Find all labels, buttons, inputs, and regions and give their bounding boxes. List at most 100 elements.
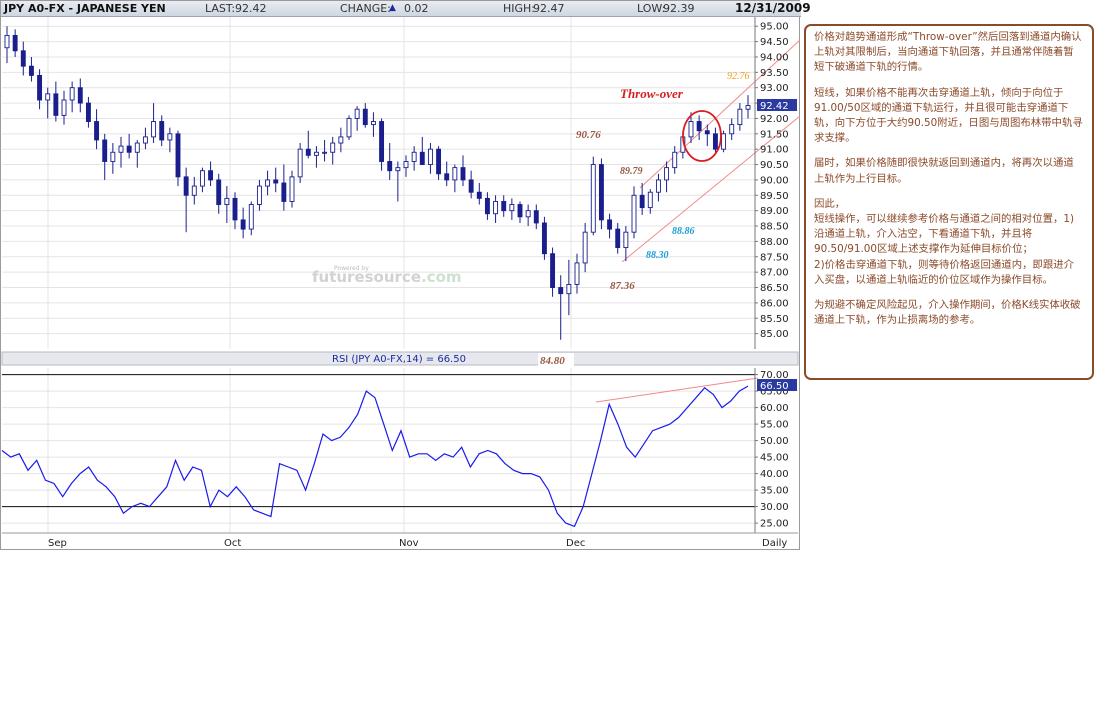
candle-body <box>745 105 751 110</box>
rsi-tick-label: 55.00 <box>760 420 789 431</box>
candle-body <box>379 121 385 162</box>
candle-body <box>468 179 474 193</box>
svg-text:92.42: 92.42 <box>760 101 789 112</box>
candle-body <box>582 231 588 264</box>
candle <box>12 29 18 57</box>
candle <box>704 124 710 147</box>
candle <box>85 96 91 128</box>
candle <box>379 118 385 171</box>
rsi-last-tag: 66.50 <box>757 379 797 392</box>
candle <box>224 186 230 223</box>
candle-body <box>28 65 34 76</box>
price-tick-label: 89.00 <box>760 206 789 217</box>
candle-body <box>558 287 564 295</box>
rsi-tick-label: 40.00 <box>760 469 789 480</box>
candle-body <box>615 228 621 249</box>
time-tick-label: Daily <box>762 538 787 549</box>
candle <box>436 146 442 180</box>
price-tick-label: 87.50 <box>760 252 789 263</box>
candle <box>330 136 336 165</box>
candle <box>672 146 678 174</box>
candle-body <box>248 204 254 230</box>
candle-body <box>37 74 43 101</box>
candle <box>289 170 295 208</box>
candle <box>566 259 572 316</box>
rsi-tick-label: 30.00 <box>760 502 789 513</box>
candle-body <box>607 219 613 230</box>
candle <box>134 139 140 168</box>
candle-body <box>77 87 83 104</box>
candle-body <box>696 121 702 132</box>
candle-body <box>533 210 539 224</box>
candle <box>411 146 417 171</box>
candle <box>598 158 604 230</box>
candle <box>427 143 433 174</box>
candle <box>655 173 661 202</box>
candle-body <box>338 136 344 144</box>
candle-body <box>354 108 360 119</box>
candle-body <box>501 200 507 212</box>
candle <box>77 78 83 113</box>
candle-body <box>427 148 433 166</box>
candle <box>729 118 735 140</box>
candle <box>118 136 124 168</box>
candle <box>444 161 450 187</box>
candle-body <box>729 124 735 135</box>
candle <box>647 189 653 214</box>
candle <box>338 127 344 153</box>
candle <box>484 192 490 220</box>
candle-body <box>94 121 100 141</box>
note-paragraph-1: 价格对趋势通道形成“Throw-over”然后回落到通道内确认上轨对其限制后，当… <box>814 31 1082 74</box>
candle-body <box>395 167 401 172</box>
candle-body <box>493 200 499 215</box>
candle-body <box>574 262 580 285</box>
candle-body <box>737 108 743 126</box>
candle <box>159 115 165 147</box>
candle <box>4 26 10 64</box>
candle <box>305 130 311 159</box>
candle <box>509 198 515 220</box>
candle-body <box>721 133 727 150</box>
watermark-brand: futuresource.com <box>312 268 462 286</box>
candle-body <box>102 139 108 162</box>
candle <box>590 156 596 236</box>
candle-body <box>110 151 116 162</box>
candlesticks <box>4 26 751 340</box>
label-8736: 87.36 <box>610 280 635 292</box>
price-tick-label: 92.00 <box>760 114 789 125</box>
svg-text:66.50: 66.50 <box>760 381 789 392</box>
candle-body <box>313 151 319 156</box>
candle <box>354 106 360 131</box>
price-tick-label: 93.50 <box>760 68 789 79</box>
rsi-tick-label: 35.00 <box>760 486 789 497</box>
candle <box>69 81 75 113</box>
candle-body <box>191 185 197 196</box>
rsi-tick-label: 50.00 <box>760 436 789 447</box>
candle <box>533 204 539 230</box>
price-tick-label: 85.50 <box>760 314 789 325</box>
price-axis: 95.0094.5094.0093.5093.0092.5092.0091.50… <box>754 17 789 349</box>
candle <box>387 143 393 180</box>
candle-body <box>85 102 91 122</box>
price-tick-label: 86.00 <box>760 298 789 309</box>
candle <box>607 213 613 239</box>
note-paragraph-2: 短线，如果价格不能再次击穿通道上轨，倾向于向位于91.00/50区域的通道下轨运… <box>814 86 1083 145</box>
candle <box>110 143 116 174</box>
candle <box>501 195 507 217</box>
label-8480: 84.80 <box>540 355 565 367</box>
throw-over-label: Throw-over <box>620 86 684 101</box>
price-tick-label: 95.00 <box>760 22 789 33</box>
chart-canvas: Powered by futuresource.com Throw-over 9… <box>1 17 800 549</box>
candle-body <box>281 182 287 202</box>
candle <box>297 143 303 183</box>
candle-body <box>265 179 271 187</box>
price-tick-label: 90.50 <box>760 160 789 171</box>
note-paragraph-5: 为规避不确定风险起见，介入操作期间，价格K线实体收破通道上下轨，作为止损离场的参… <box>814 299 1081 327</box>
candle <box>460 155 466 187</box>
candle-body <box>175 133 181 178</box>
candle-body <box>134 142 140 153</box>
candle <box>208 161 214 187</box>
candle <box>541 216 547 260</box>
candle <box>403 155 409 177</box>
candle <box>712 127 718 153</box>
